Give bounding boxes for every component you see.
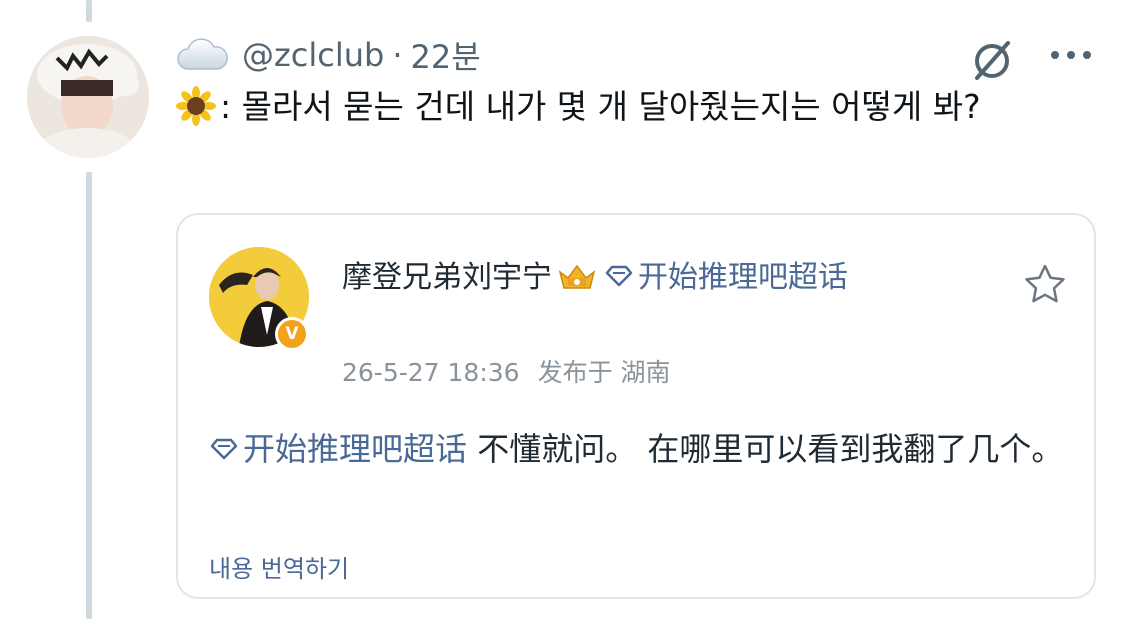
more-icon — [1051, 51, 1091, 59]
quoted-post[interactable]: V 摩登兄弟刘宇宁 开始推理吧超话 26-5-27 18:36 发布于 湖南 开始… — [176, 213, 1096, 599]
quote-timestamp: 26-5-27 18:36 — [342, 358, 520, 387]
body-topic-link[interactable]: 开始推理吧超话 — [243, 430, 467, 468]
thread-line-top — [86, 0, 92, 22]
topic-link[interactable]: 开始推理吧超话 — [638, 260, 848, 295]
diamond-icon — [605, 265, 633, 287]
quote-location: 发布于 湖南 — [537, 358, 671, 387]
sunflower-icon — [176, 86, 216, 126]
tweet-body: : 몰라서 묻는 건데 내가 몇 개 달아줬는지는 어떻게 봐? — [220, 87, 981, 126]
thread-line-bottom — [86, 172, 92, 619]
avatar[interactable] — [27, 36, 149, 158]
no-bell-icon — [975, 41, 1010, 80]
tweet-text: : 몰라서 묻는 건데 내가 몇 개 달아줬는지는 어떻게 봐? — [176, 82, 1076, 132]
more-button[interactable] — [1046, 40, 1096, 70]
quote-header: 摩登兄弟刘宇宁 开始推理吧超话 — [342, 251, 902, 305]
author-handle[interactable]: @zclclub — [242, 36, 384, 74]
cloud-icon — [177, 38, 228, 70]
crown-icon — [558, 264, 596, 289]
translate-link[interactable]: 내용 번역하기 — [209, 549, 349, 584]
tweet-meta: @zclclub · 22분 — [176, 30, 481, 80]
quote-meta: 26-5-27 18:36 发布于 湖南 — [342, 353, 671, 389]
star-icon[interactable] — [1023, 262, 1067, 306]
diamond-icon — [210, 438, 238, 460]
quote-body-text: 不懂就问。 在哪里可以看到我翻了几个。 — [467, 430, 1064, 468]
quote-body: 开始推理吧超话 不懂就问。 在哪里可以看到我翻了几个。 — [209, 421, 1069, 477]
mute-button[interactable] — [966, 34, 1018, 86]
verified-badge: V — [275, 317, 309, 351]
quote-author-name[interactable]: 摩登兄弟刘宇宁 — [342, 260, 552, 295]
meta-separator: · — [392, 36, 403, 74]
tweet-time[interactable]: 22분 — [411, 32, 481, 78]
